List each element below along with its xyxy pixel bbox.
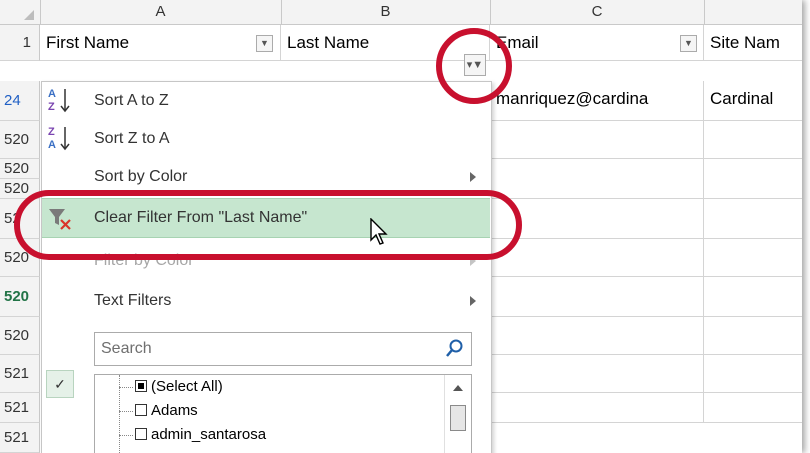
checkbox-partial[interactable] [135,380,147,392]
header-cell-site-name[interactable]: Site Nam [704,25,802,61]
row-header[interactable]: 521 [0,355,40,393]
column-header-c[interactable]: C [490,0,705,24]
grid-cell[interactable] [704,317,802,355]
autofilter-dropdown-menu: A Z Sort A to Z Z A Sort Z to A Sort by … [41,81,492,453]
mouse-cursor-icon [369,217,391,251]
grid-cell[interactable] [704,121,802,159]
header-cell-email[interactable]: Email [490,25,704,61]
menu-item-label: Sort A to Z [94,92,169,109]
checkmark-icon: ✓ [46,370,74,398]
list-scrollbar[interactable] [444,375,471,453]
grid-cell[interactable] [704,355,802,393]
svg-text:A: A [48,139,56,151]
excel-window: A B C 1 First Name ▼ Last Name ▾▼ Email … [0,0,802,453]
list-item-label: admin_santarosa [151,426,267,443]
grid-cell[interactable] [490,355,704,393]
list-item-label: (Select All) [151,378,223,395]
filter-values-list: (Select All) Adams admin_santarosa [94,374,472,453]
header-label: Site Nam [710,33,780,52]
grid-cell[interactable] [490,239,704,277]
list-item-select-all[interactable]: (Select All) [135,375,223,399]
scroll-up-icon[interactable] [453,385,463,391]
site-name-cell[interactable]: Cardinal [704,81,802,121]
list-item[interactable]: admin_santarosa [135,423,266,447]
column-header-a[interactable]: A [40,0,282,24]
grid-cell[interactable] [490,317,704,355]
grid-cell[interactable] [704,393,802,423]
menu-item-text-filters[interactable]: Text Filters [42,282,490,320]
row-header[interactable]: 24 [0,81,40,121]
grid-cell[interactable] [704,199,802,239]
checkbox[interactable] [135,404,147,416]
menu-item-label: Text Filters [94,292,172,309]
list-item-label: Adams [151,402,198,419]
grid-cell[interactable] [490,159,704,199]
header-label: First Name [46,33,130,52]
grid-cell[interactable] [490,277,704,317]
search-placeholder: Search [101,340,152,357]
row-header-active[interactable]: 520 [0,277,40,317]
annotation-circle-filter-icon [436,28,512,104]
row-header[interactable]: 520 [0,159,40,179]
svg-text:Z: Z [48,101,55,113]
sort-ascending-icon: A Z [46,86,76,116]
magnifier-icon[interactable] [445,338,465,363]
column-header-d[interactable] [704,0,802,24]
scroll-thumb[interactable] [450,405,466,431]
grid-cell[interactable] [704,277,802,317]
list-item[interactable]: Adams [135,399,198,423]
row-header[interactable]: 521 [0,423,40,453]
svg-text:A: A [48,88,56,100]
column-header-b[interactable]: B [281,0,491,24]
grid-cell[interactable] [490,199,704,239]
column-header-row: A B C [0,0,802,25]
filter-dropdown-button-c[interactable]: ▼ [680,35,697,52]
grid-cell[interactable] [490,393,704,423]
search-input[interactable]: Search [94,332,472,366]
row-header[interactable]: 520 [0,121,40,159]
sort-descending-icon: Z A [46,124,76,154]
header-cell-first-name[interactable]: First Name [40,25,281,61]
svg-text:Z: Z [48,126,55,138]
grid-cell[interactable] [704,159,802,199]
submenu-arrow-icon [470,296,476,306]
filter-dropdown-button-a[interactable]: ▼ [256,35,273,52]
checkbox[interactable] [135,428,147,440]
grid-cell[interactable] [490,121,704,159]
menu-item-sort-a-to-z[interactable]: A Z Sort A to Z [42,82,490,120]
menu-item-sort-z-to-a[interactable]: Z A Sort Z to A [42,120,490,158]
select-all-corner[interactable] [0,0,41,24]
menu-item-label: Sort Z to A [94,130,170,147]
header-label: Last Name [287,33,370,52]
submenu-arrow-icon [470,172,476,182]
row-header[interactable]: 1 [0,25,40,61]
email-cell[interactable]: manriquez@cardina [490,81,704,121]
annotation-oval-clear-filter [14,190,522,260]
grid-cell[interactable] [704,239,802,277]
row-header[interactable]: 521 [0,393,40,423]
row-header[interactable]: 520 [0,317,40,355]
